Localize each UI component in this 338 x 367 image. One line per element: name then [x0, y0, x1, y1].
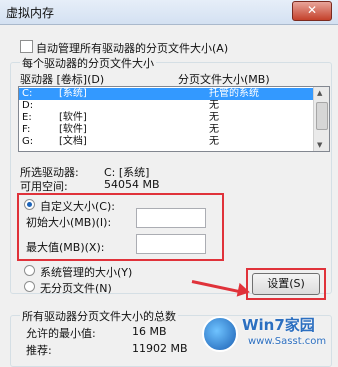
size-column-header: 分页文件大小(MB)	[178, 73, 270, 86]
title-bar: 虚拟内存 ✕	[0, 0, 338, 25]
max-size-input[interactable]	[136, 234, 206, 254]
drive-row-e[interactable]: E: [软件] 无	[19, 112, 313, 124]
watermark-brand: Win7家园	[242, 316, 315, 334]
drive-size: 托管的系统	[209, 88, 259, 99]
initial-size-input[interactable]	[136, 208, 206, 228]
watermark: Win7家园 www.Sasst.com	[196, 310, 338, 360]
watermark-url: www.Sasst.com	[248, 336, 327, 347]
auto-manage-checkbox[interactable]	[20, 40, 33, 53]
min-allowed-value: 16 MB	[132, 325, 167, 338]
scroll-thumb[interactable]	[316, 102, 328, 130]
drive-size: 无	[209, 136, 219, 147]
arrow-icon	[236, 282, 252, 300]
max-size-label: 最大值(MB)(X):	[26, 241, 105, 254]
system-managed-radio[interactable]	[24, 265, 35, 276]
drive-row-d[interactable]: D: 无	[19, 100, 313, 112]
free-space-value: 54054 MB	[104, 178, 160, 191]
drive-label: [系统]	[59, 88, 87, 99]
no-paging-radio[interactable]	[24, 281, 35, 292]
recommended-value: 11902 MB	[132, 342, 188, 355]
drive-letter: G:	[22, 136, 34, 147]
drive-letter: C:	[22, 88, 33, 99]
custom-size-radio[interactable]	[24, 199, 35, 210]
system-managed-label[interactable]: 系统管理的大小(Y)	[40, 264, 132, 280]
scroll-up-icon[interactable]: ▲	[317, 89, 322, 97]
drive-letter: E:	[22, 112, 32, 123]
min-allowed-label: 允许的最小值:	[26, 327, 96, 340]
drive-row-g[interactable]: G: [文档] 无	[19, 136, 313, 148]
drive-column-header: 驱动器 [卷标](D)	[20, 73, 105, 86]
close-icon: ✕	[306, 3, 318, 17]
drive-list[interactable]: C: [系统] 托管的系统 D: 无 E: [软件] 无 F: [软件] 无 G…	[18, 86, 330, 152]
drive-list-scrollbar[interactable]: ▲ ▼	[313, 87, 329, 151]
initial-size-label: 初始大小(MB)(I):	[26, 216, 112, 229]
drive-row-f[interactable]: F: [软件] 无	[19, 124, 313, 136]
drive-letter: D:	[22, 100, 34, 111]
per-drive-group-label: 每个驱动器的分页文件大小	[20, 55, 156, 71]
auto-manage-label[interactable]: 自动管理所有驱动器的分页文件大小(A)	[36, 40, 228, 56]
drive-size: 无	[209, 124, 219, 135]
scroll-down-icon[interactable]: ▼	[317, 141, 322, 149]
drive-letter: F:	[22, 124, 31, 135]
set-button-label: 设置(S)	[267, 277, 305, 290]
drive-row-c[interactable]: C: [系统] 托管的系统	[19, 88, 313, 100]
win7-logo-icon	[202, 316, 238, 352]
window-title: 虚拟内存	[6, 6, 55, 20]
close-button[interactable]: ✕	[292, 1, 332, 21]
totals-group-label: 所有驱动器分页文件大小的总数	[20, 308, 178, 324]
drive-label: [软件]	[59, 112, 87, 123]
drive-label: [软件]	[59, 124, 87, 135]
set-button[interactable]: 设置(S)	[252, 273, 320, 295]
custom-size-label[interactable]: 自定义大小(C):	[40, 198, 115, 214]
drive-size: 无	[209, 100, 219, 111]
drive-label: [文档]	[59, 136, 87, 147]
drive-size: 无	[209, 112, 219, 123]
no-paging-label[interactable]: 无分页文件(N)	[40, 280, 112, 296]
free-space-label: 可用空间:	[20, 180, 68, 193]
recommended-label: 推荐:	[26, 344, 52, 357]
